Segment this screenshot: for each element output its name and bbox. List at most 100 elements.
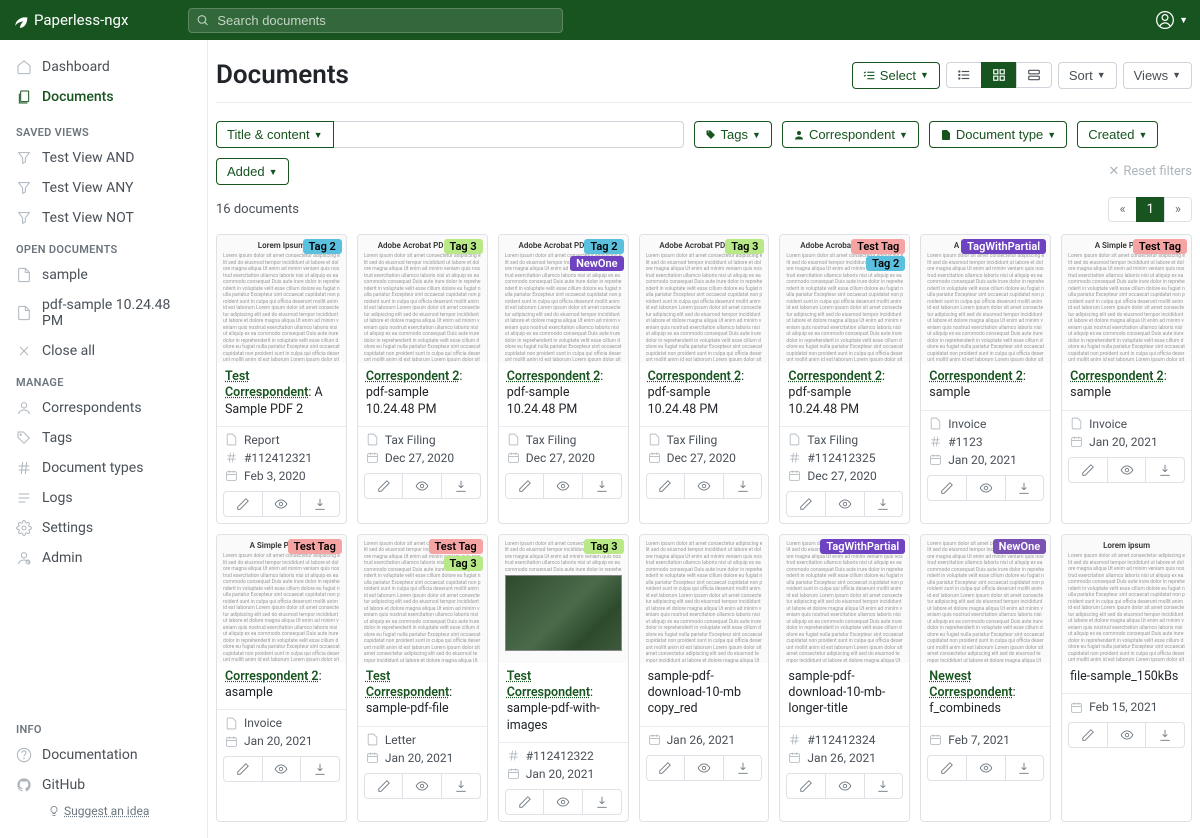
sidebar-manage-document-types[interactable]: Document types — [0, 453, 207, 483]
thumbnail[interactable]: A Simple PDF FileLorem ipsum dolor sit a… — [921, 235, 1050, 363]
sidebar-item-close-all[interactable]: Close all — [0, 336, 207, 366]
thumbnail[interactable]: Adobe Acrobat PDF FilesLorem ipsum dolor… — [358, 235, 487, 363]
correspondent-link[interactable]: Test Correspondent — [366, 669, 449, 700]
document-card[interactable]: Adobe Acrobat PDF FilesLorem ipsum dolor… — [779, 234, 910, 524]
edit-button[interactable] — [647, 756, 685, 780]
preview-button[interactable] — [543, 790, 582, 814]
correspondent-link[interactable]: Test Correspondent — [225, 369, 308, 400]
tag-pill[interactable]: Tag 2 — [584, 239, 623, 254]
thumbnail[interactable]: Adobe Acrobat PDF FilesLorem ipsum dolor… — [499, 235, 628, 363]
preview-button[interactable] — [402, 774, 441, 798]
correspondent-link[interactable]: Correspondent 2 — [648, 369, 742, 384]
preview-button[interactable] — [684, 756, 723, 780]
edit-button[interactable] — [506, 474, 544, 498]
edit-button[interactable] — [928, 756, 966, 780]
download-button[interactable] — [441, 474, 480, 498]
document-card[interactable]: Lorem ipsum dolor sit amet consectetur a… — [920, 534, 1051, 822]
thumbnail[interactable]: Lorem ipsum dolor sit amet consectetur a… — [358, 535, 487, 663]
tag-pill[interactable]: Test Tag — [288, 539, 342, 554]
view-list-button[interactable] — [946, 62, 982, 88]
tag-pill[interactable]: Tag 2 — [866, 256, 905, 271]
download-button[interactable] — [441, 774, 480, 798]
sidebar-open-doc[interactable]: sample — [0, 260, 207, 290]
thumbnail[interactable]: Lorem ipsum dolor sit amet consectetur a… — [499, 535, 628, 663]
correspondent-link[interactable]: Correspondent 2 — [929, 369, 1023, 384]
correspondent-link[interactable]: Newest Correspondent — [929, 669, 1012, 700]
preview-button[interactable] — [684, 474, 723, 498]
document-card[interactable]: Lorem IpsumLorem ipsum dolor sit amet co… — [216, 234, 347, 524]
tag-pill[interactable]: NewOne — [993, 539, 1046, 554]
edit-button[interactable] — [1069, 723, 1107, 747]
sidebar-manage-tags[interactable]: Tags — [0, 423, 207, 453]
sidebar-manage-correspondents[interactable]: Correspondents — [0, 393, 207, 423]
filter-doctype-button[interactable]: Document type ▼ — [929, 121, 1067, 148]
edit-button[interactable] — [787, 774, 825, 798]
filter-added-button[interactable]: Added ▼ — [216, 158, 289, 185]
preview-button[interactable] — [966, 476, 1005, 500]
correspondent-link[interactable]: Correspondent 2 — [1070, 369, 1164, 384]
view-details-button[interactable] — [1016, 62, 1052, 88]
edit-button[interactable] — [928, 476, 966, 500]
tag-pill[interactable]: TagWithPartial — [820, 539, 905, 554]
download-button[interactable] — [582, 790, 621, 814]
filter-tags-button[interactable]: Tags ▼ — [694, 121, 772, 148]
download-button[interactable] — [864, 774, 903, 798]
thumbnail[interactable]: A Simple PDF FileLorem ipsum dolor sit a… — [1062, 235, 1191, 363]
edit-button[interactable] — [224, 757, 262, 781]
brand[interactable]: Paperless-ngx — [12, 11, 128, 29]
sidebar-item-dashboard[interactable]: Dashboard — [0, 52, 207, 82]
edit-button[interactable] — [224, 492, 262, 516]
tag-pill[interactable]: Tag 3 — [444, 556, 483, 571]
tag-pill[interactable]: Test Tag — [851, 239, 905, 254]
tag-pill[interactable]: Test Tag — [429, 539, 483, 554]
download-button[interactable] — [300, 492, 339, 516]
page-prev[interactable]: « — [1108, 197, 1136, 222]
document-card[interactable]: A Simple PDF FileLorem ipsum dolor sit a… — [920, 234, 1051, 524]
document-card[interactable]: Lorem ipsum dolor sit amet consectetur a… — [779, 534, 910, 822]
tag-pill[interactable]: Tag 3 — [725, 239, 764, 254]
filter-text-input[interactable] — [334, 121, 684, 148]
download-button[interactable] — [1005, 756, 1044, 780]
download-button[interactable] — [1145, 458, 1184, 482]
document-card[interactable]: Lorem ipsum dolor sit amet consectetur a… — [357, 534, 488, 822]
download-button[interactable] — [723, 474, 762, 498]
preview-button[interactable] — [262, 492, 301, 516]
correspondent-link[interactable]: Test Correspondent — [507, 669, 590, 700]
download-button[interactable] — [582, 474, 621, 498]
preview-button[interactable] — [825, 774, 864, 798]
page-next[interactable]: » — [1164, 197, 1192, 222]
sidebar-manage-admin[interactable]: Admin — [0, 543, 207, 573]
document-card[interactable]: Adobe Acrobat PDF FilesLorem ipsum dolor… — [498, 234, 629, 524]
thumbnail[interactable]: Lorem IpsumLorem ipsum dolor sit amet co… — [217, 235, 346, 363]
preview-button[interactable] — [1107, 723, 1146, 747]
thumbnail[interactable]: Lorem ipsum dolor sit amet consectetur a… — [640, 535, 769, 663]
tag-pill[interactable]: Tag 3 — [584, 539, 623, 554]
preview-button[interactable] — [1107, 458, 1146, 482]
document-card[interactable]: A Simple PDF FileLorem ipsum dolor sit a… — [216, 534, 347, 822]
select-button[interactable]: Select▼ — [852, 62, 940, 89]
preview-button[interactable] — [402, 474, 441, 498]
document-card[interactable]: Lorem ipsumLorem ipsum dolor sit amet co… — [1061, 534, 1192, 822]
search-input[interactable] — [188, 8, 563, 33]
edit-button[interactable] — [1069, 458, 1107, 482]
correspondent-link[interactable]: Correspondent 2 — [507, 369, 601, 384]
document-card[interactable]: Adobe Acrobat PDF FilesLorem ipsum dolor… — [639, 234, 770, 524]
thumbnail[interactable]: Lorem ipsum dolor sit amet consectetur a… — [780, 535, 909, 663]
user-menu[interactable]: ▼ — [1155, 10, 1188, 30]
reset-filters-button[interactable]: ✕ Reset filters — [1108, 164, 1192, 179]
sidebar-saved-view[interactable]: Test View NOT — [0, 203, 207, 233]
edit-button[interactable] — [506, 790, 544, 814]
download-button[interactable] — [723, 756, 762, 780]
preview-button[interactable] — [543, 474, 582, 498]
document-card[interactable]: A Simple PDF FileLorem ipsum dolor sit a… — [1061, 234, 1192, 524]
preview-button[interactable] — [262, 757, 301, 781]
tag-pill[interactable]: Test Tag — [1133, 239, 1187, 254]
sort-button[interactable]: Sort ▼ — [1058, 62, 1117, 89]
sidebar-saved-view[interactable]: Test View ANY — [0, 173, 207, 203]
download-button[interactable] — [300, 757, 339, 781]
tag-pill[interactable]: Tag 2 — [303, 239, 342, 254]
thumbnail[interactable]: Lorem ipsum dolor sit amet consectetur a… — [921, 535, 1050, 663]
thumbnail[interactable]: Lorem ipsumLorem ipsum dolor sit amet co… — [1062, 535, 1191, 663]
document-card[interactable]: Adobe Acrobat PDF FilesLorem ipsum dolor… — [357, 234, 488, 524]
page-current[interactable]: 1 — [1136, 197, 1165, 222]
